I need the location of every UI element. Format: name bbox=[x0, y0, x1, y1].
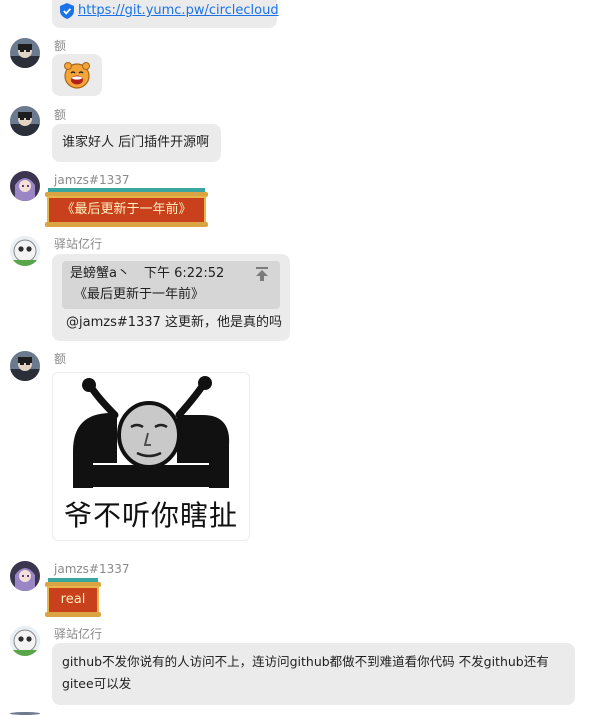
quote-author: 是螃蟹a丶 bbox=[70, 266, 130, 281]
shield-icon bbox=[60, 3, 74, 19]
message-text: 谁家好人 后门插件开源啊 bbox=[62, 135, 210, 150]
quote-text: 《最后更新于一年前》 bbox=[74, 287, 205, 302]
sender-name: 额 bbox=[54, 352, 67, 366]
message-text-line: github不发你说有的人访问不上，连访问github都做不到难道看你代码 不发… bbox=[62, 654, 549, 669]
avatar[interactable] bbox=[10, 171, 40, 201]
repo-link[interactable]: https://git.yumc.pw/circlecloud bbox=[78, 1, 279, 21]
jump-to-original-icon[interactable] bbox=[256, 267, 268, 281]
message-text-line: gitee可以发 bbox=[62, 676, 132, 691]
quote-time: 下午 6:22:52 bbox=[144, 266, 225, 281]
festive-banner-message: real bbox=[45, 578, 101, 618]
banner-text: 《最后更新于一年前》 bbox=[61, 202, 192, 217]
reply-message-bubble: 是螃蟹a丶 下午 6:22:52 《最后更新于一年前》 @jamzs#1337 … bbox=[52, 254, 290, 341]
sender-name: 额 bbox=[54, 39, 67, 53]
avatar[interactable] bbox=[10, 106, 40, 136]
meme-caption: 爷不听你瞎扯 bbox=[63, 499, 238, 532]
avatar[interactable] bbox=[10, 236, 40, 266]
sender-name: 额 bbox=[54, 108, 67, 122]
sender-name: jamzs#1337 bbox=[54, 173, 130, 187]
quoted-message[interactable]: 是螃蟹a丶 下午 6:22:52 《最后更新于一年前》 bbox=[62, 261, 280, 309]
meme-figure-icon bbox=[73, 376, 230, 488]
sender-name: jamzs#1337 bbox=[54, 562, 130, 576]
sender-name: 驿站亿行 bbox=[54, 627, 103, 641]
banner-text: real bbox=[60, 592, 86, 607]
meme-image[interactable]: 爷不听你瞎扯 bbox=[52, 372, 250, 541]
link-message-bubble: https://git.yumc.pw/circlecloud bbox=[52, 0, 279, 28]
avatar[interactable] bbox=[10, 38, 40, 68]
sender-name: 驿站亿行 bbox=[54, 237, 103, 251]
avatar[interactable] bbox=[10, 351, 40, 381]
avatar[interactable] bbox=[10, 561, 40, 591]
avatar[interactable] bbox=[10, 626, 40, 656]
festive-banner-message: 《最后更新于一年前》 bbox=[45, 188, 208, 228]
message-bubble: github不发你说有的人访问不上，连访问github都做不到难道看你代码 不发… bbox=[52, 643, 575, 705]
message-bubble: 谁家好人 后门插件开源啊 bbox=[52, 124, 221, 162]
sticker-bubble bbox=[52, 54, 102, 96]
laughing-bear-sticker-icon bbox=[63, 61, 91, 89]
reply-text: @jamzs#1337 这更新，他是真的吗 bbox=[66, 315, 282, 330]
